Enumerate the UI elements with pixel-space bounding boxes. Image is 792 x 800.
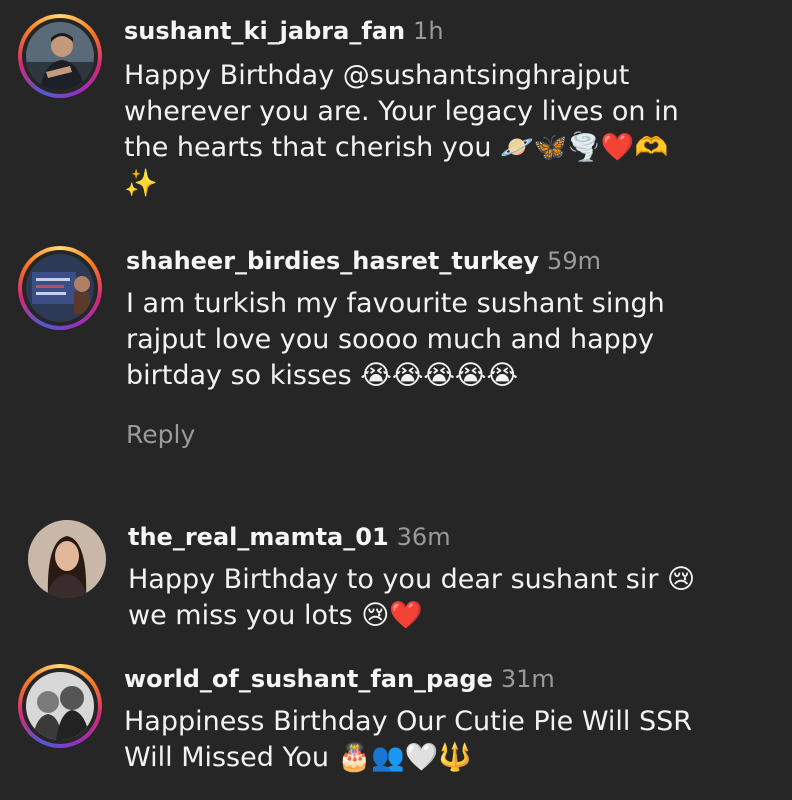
profile-photo-icon: [28, 520, 106, 598]
avatar: [26, 672, 94, 740]
profile-photo-icon: [26, 22, 94, 90]
avatar-story-ring[interactable]: [18, 246, 102, 330]
avatar-story-ring[interactable]: [18, 14, 102, 98]
comment-username[interactable]: sushant_ki_jabra_fan: [124, 17, 405, 45]
reply-button[interactable]: Reply: [126, 420, 195, 449]
comment-text: Happy Birthday to you dear sushant sir 😢…: [128, 564, 696, 631]
avatar: [26, 254, 94, 322]
comment-timestamp: 59m: [547, 247, 601, 275]
avatar[interactable]: [28, 520, 106, 598]
comments-feed: sushant_ki_jabra_fan 1h Happy Birthday @s…: [0, 0, 792, 800]
avatar: [26, 22, 94, 90]
avatar-story-ring[interactable]: [18, 664, 102, 748]
comment-timestamp: 31m: [500, 665, 555, 693]
profile-photo-icon: [26, 254, 94, 322]
comment-text: Happiness Birthday Our Cutie Pie Will SS…: [124, 706, 693, 773]
comment-timestamp: 1h: [413, 17, 444, 45]
comment-timestamp: 36m: [396, 523, 451, 551]
comment-username[interactable]: world_of_sushant_fan_page: [124, 665, 493, 693]
comment-username[interactable]: shaheer_birdies_hasret_turkey: [126, 247, 539, 275]
profile-photo-icon: [26, 672, 94, 740]
comment-text: I am turkish my favourite sushant singh …: [126, 288, 665, 391]
comment-username[interactable]: the_real_mamta_01: [128, 523, 389, 551]
comment-text: Happy Birthday @sushantsinghrajput where…: [124, 60, 679, 199]
